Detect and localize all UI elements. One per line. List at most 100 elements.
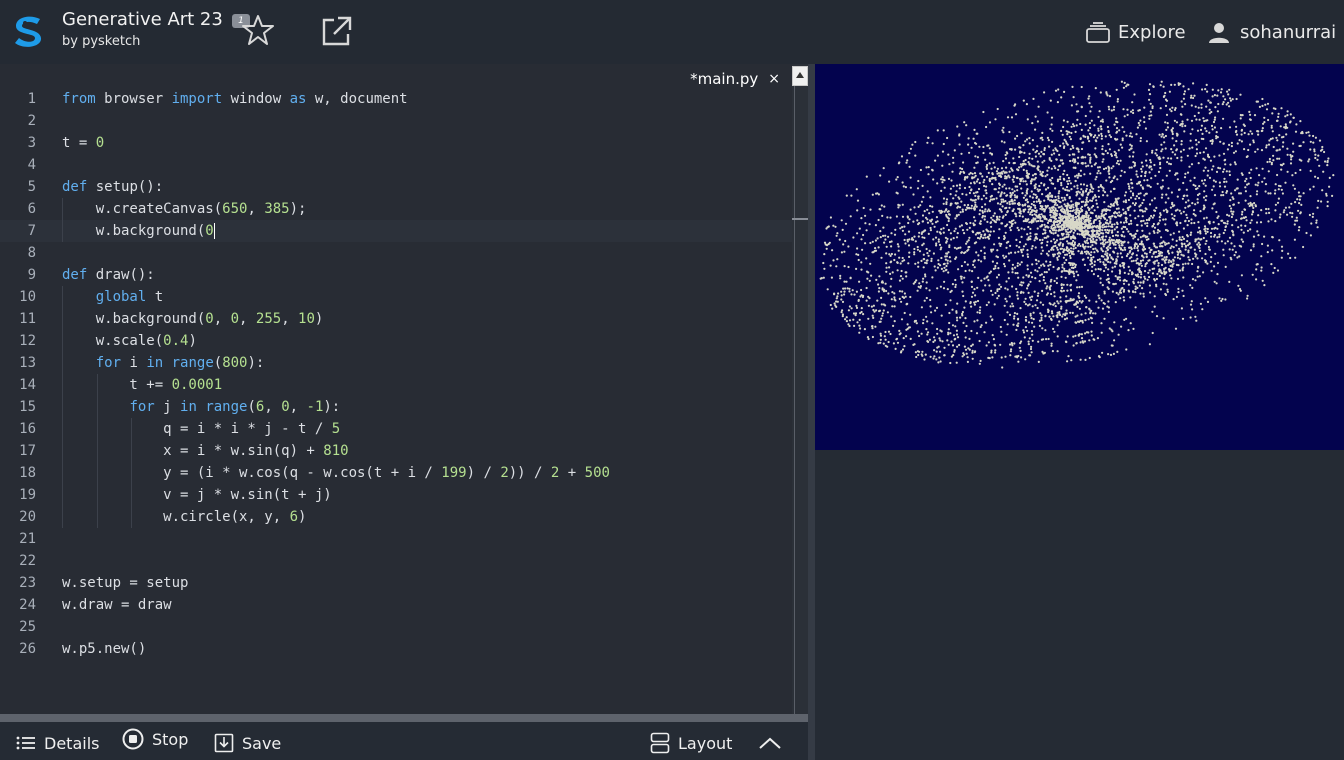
code-line[interactable]: 19 v = j * w.sin(t + j) — [0, 484, 792, 506]
line-source: t = 0 — [62, 135, 105, 151]
open-external-icon[interactable] — [318, 12, 356, 50]
line-source: y = (i * w.cos(q - w.cos(t + i / 199) / … — [62, 465, 610, 481]
scrollbar-track[interactable] — [794, 86, 795, 714]
star-icon — [242, 15, 274, 45]
line-number: 11 — [19, 311, 36, 327]
code-line[interactable]: 25 — [0, 616, 792, 638]
code-line[interactable]: 13 for i in range(800): — [0, 352, 792, 374]
line-number: 26 — [19, 641, 36, 657]
line-number: 19 — [19, 487, 36, 503]
code-line[interactable]: 26 w.p5.new() — [0, 638, 792, 660]
line-number: 1 — [27, 91, 36, 107]
line-number: 2 — [27, 113, 36, 129]
code-line[interactable]: 24 w.draw = draw — [0, 594, 792, 616]
code-line[interactable]: 8 — [0, 242, 792, 264]
line-number: 21 — [19, 531, 36, 547]
line-source: w.p5.new() — [62, 641, 147, 657]
code-line[interactable]: 11 w.background(0, 0, 255, 10) — [0, 308, 792, 330]
layout-label: Layout — [678, 733, 733, 753]
scrollbar-cursor-marker — [792, 218, 808, 220]
line-number: 6 — [27, 201, 36, 217]
line-number: 13 — [19, 355, 36, 371]
line-number: 20 — [19, 509, 36, 525]
line-source: for i in range(800): — [95, 355, 265, 371]
code-line[interactable]: 20 w.circle(x, y, 6) — [0, 506, 792, 528]
code-line[interactable]: 23 w.setup = setup — [0, 572, 792, 594]
line-source: def setup(): — [62, 179, 164, 195]
explore-label: Explore — [1118, 21, 1186, 43]
line-source: for j in range(6, 0, -1): — [129, 399, 341, 415]
line-source: w.scale(0.4) — [62, 333, 197, 349]
stop-icon — [122, 728, 144, 750]
page-title: Generative Art 23 — [62, 9, 223, 30]
editor-horizontal-scrollbar[interactable] — [0, 714, 808, 722]
line-number: 16 — [19, 421, 36, 437]
pysketch-logo-icon[interactable] — [10, 12, 48, 50]
line-number: 14 — [19, 377, 36, 393]
code-line[interactable]: 10 global t — [0, 286, 792, 308]
line-number: 9 — [27, 267, 36, 283]
line-number: 10 — [19, 289, 36, 305]
line-source: global t — [95, 289, 164, 305]
stop-label: Stop — [152, 729, 189, 749]
code-line[interactable]: 1 from browser import window as w, docume… — [0, 88, 792, 110]
save-label: Save — [242, 733, 282, 753]
scroll-up-button[interactable] — [792, 66, 808, 86]
save-icon — [214, 733, 234, 753]
layout-button[interactable]: Layout — [650, 730, 732, 756]
line-number: 24 — [19, 597, 36, 613]
code-line[interactable]: 9 def draw(): — [0, 264, 792, 286]
code-line[interactable]: 17 x = i * w.sin(q) + 810 — [0, 440, 792, 462]
line-number: 3 — [27, 135, 36, 151]
line-source: w.setup = setup — [62, 575, 189, 591]
code-line[interactable]: 21 — [0, 528, 792, 550]
code-line[interactable]: 14 t += 0.0001 — [0, 374, 792, 396]
expand-toolbar-button[interactable] — [758, 730, 782, 756]
code-line[interactable]: 4 — [0, 154, 792, 176]
line-number: 22 — [19, 553, 36, 569]
code-line[interactable]: 22 — [0, 550, 792, 572]
save-button[interactable]: Save — [214, 730, 281, 756]
code-area[interactable]: 1 from browser import window as w, docume… — [0, 88, 792, 660]
line-source: q = i * i * j - t / 5 — [62, 421, 341, 437]
layout-icon — [650, 732, 670, 754]
line-number: 23 — [19, 575, 36, 591]
code-line[interactable]: 12 w.scale(0.4) — [0, 330, 792, 352]
line-source: def draw(): — [62, 267, 155, 283]
line-number: 15 — [19, 399, 36, 415]
list-icon — [16, 736, 35, 750]
code-line[interactable]: 7 w.background(0 — [0, 220, 792, 242]
code-line[interactable]: 2 — [0, 110, 792, 132]
username-label: sohanurrai — [1240, 21, 1337, 43]
line-number: 8 — [27, 245, 36, 261]
author-byline[interactable]: by pysketch — [62, 34, 140, 49]
editor-tab[interactable]: *main.py × — [690, 68, 780, 90]
star-button[interactable]: 1 — [232, 12, 278, 52]
code-line[interactable]: 6 w.createCanvas(650, 385); — [0, 198, 792, 220]
line-number: 5 — [27, 179, 36, 195]
line-number: 17 — [19, 443, 36, 459]
code-line[interactable]: 5 def setup(): — [0, 176, 792, 198]
preview-panel-background — [815, 450, 1344, 760]
tab-close-icon[interactable]: × — [768, 71, 780, 87]
details-button[interactable]: Details — [16, 730, 99, 756]
user-menu[interactable]: sohanurrai — [1208, 18, 1336, 46]
explore-link[interactable]: Explore — [1086, 18, 1186, 46]
code-line[interactable]: 3 t = 0 — [0, 132, 792, 154]
stop-button[interactable]: Stop — [122, 726, 188, 752]
line-source: w.background(0, 0, 255, 10) — [62, 311, 324, 327]
line-source: w.circle(x, y, 6) — [62, 509, 307, 525]
top-bar: Generative Art 23 by pysketch 1 Explore … — [0, 0, 1344, 64]
explore-icon — [1086, 22, 1110, 43]
sketch-canvas[interactable] — [815, 64, 1344, 450]
code-line[interactable]: 18 y = (i * w.cos(q - w.cos(t + i / 199)… — [0, 462, 792, 484]
editor-scrollbar[interactable] — [792, 64, 808, 714]
code-line[interactable]: 15 for j in range(6, 0, -1): — [0, 396, 792, 418]
tab-filename[interactable]: *main.py — [690, 70, 758, 88]
code-line[interactable]: 16 q = i * i * j - t / 5 — [0, 418, 792, 440]
sketch-output-art — [819, 80, 1335, 369]
line-source: v = j * w.sin(t + j) — [62, 487, 332, 503]
code-editor[interactable]: *main.py × 1 from browser import window a… — [0, 64, 808, 714]
line-source: t += 0.0001 — [62, 377, 223, 393]
chevron-up-icon — [759, 737, 781, 749]
